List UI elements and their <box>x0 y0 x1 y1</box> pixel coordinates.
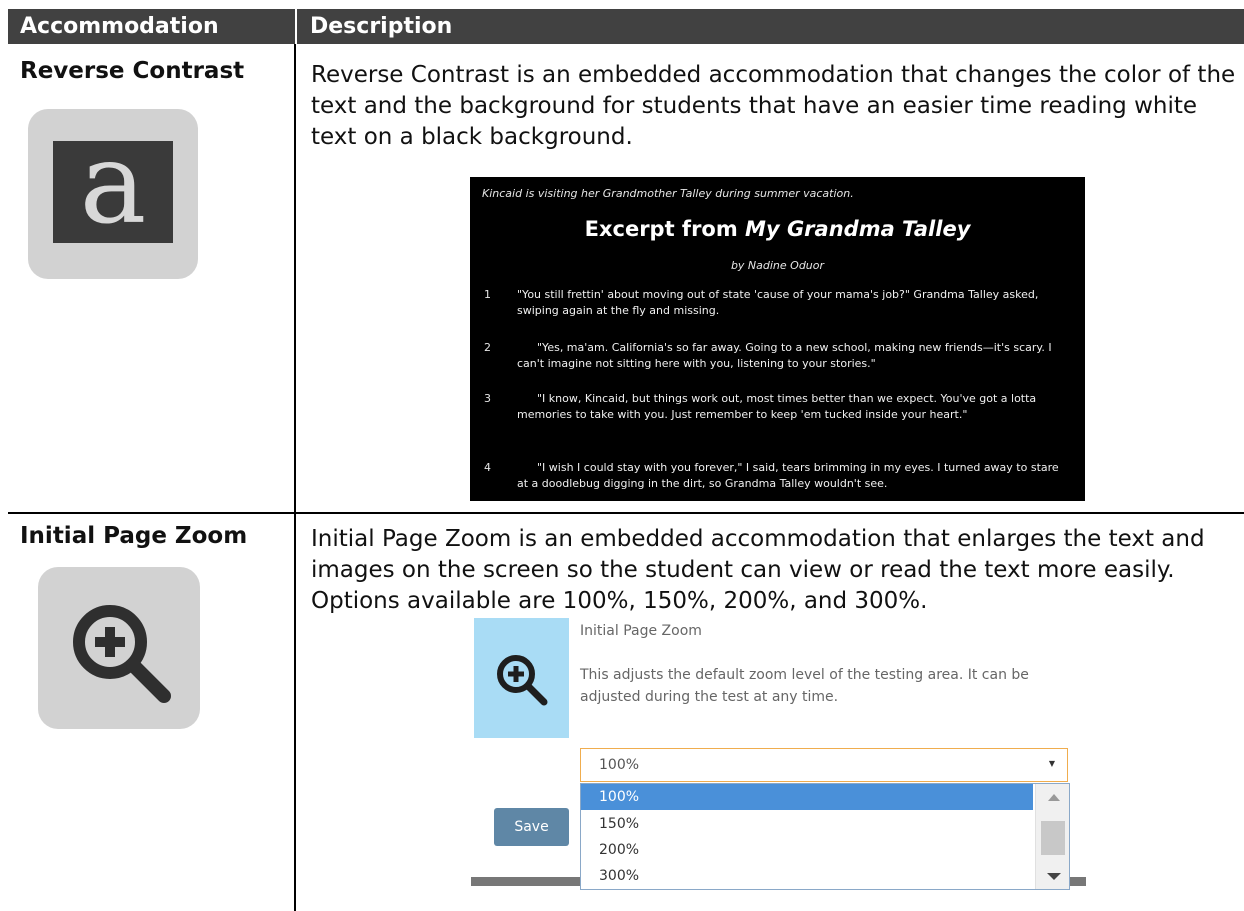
zoom-setting-tile <box>474 618 569 738</box>
zoom-select-value: 100% <box>599 757 640 773</box>
reverse-contrast-tile: a <box>28 109 198 279</box>
paragraph-number: 3 <box>484 392 491 405</box>
paragraph-number: 2 <box>484 341 491 354</box>
passage-intro: Kincaid is visiting her Grandmother Tall… <box>482 187 854 200</box>
zoom-option[interactable]: 200% <box>581 837 1033 863</box>
header-divider <box>295 9 297 44</box>
zoom-option[interactable]: 100% <box>581 784 1033 810</box>
header-description: Description <box>310 14 453 39</box>
zoom-in-icon <box>497 655 548 706</box>
zoom-option[interactable]: 300% <box>581 863 1033 889</box>
passage-title: Excerpt from My Grandma Talley <box>584 217 971 241</box>
passage-author: by Nadine Oduor <box>730 259 825 272</box>
paragraph-number: 1 <box>484 288 491 301</box>
zoom-select[interactable]: 100% ▼ <box>580 748 1068 782</box>
accommodations-table: Accommodation Description Reverse Contra… <box>0 0 1244 911</box>
save-button[interactable]: Save <box>494 808 569 846</box>
scroll-up-icon[interactable] <box>1048 794 1060 801</box>
header-accommodation: Accommodation <box>20 14 219 39</box>
paragraph: "You still frettin' about moving out of … <box>517 288 1039 317</box>
paragraph: "I wish I could stay with you forever," … <box>517 461 1059 490</box>
column-divider <box>294 44 296 911</box>
row-divider <box>8 512 1244 514</box>
zoom-in-icon <box>73 605 171 703</box>
zoom-setting-description: This adjusts the default zoom level of t… <box>580 667 1029 705</box>
paragraph-number: 4 <box>484 461 491 474</box>
zoom-tile <box>38 567 200 729</box>
table-header: Accommodation Description <box>8 9 1244 44</box>
paragraph: "I know, Kincaid, but things work out, m… <box>517 392 1037 421</box>
letter-a-icon: a <box>53 119 173 249</box>
row-title-initial-page-zoom: Initial Page Zoom <box>20 523 248 549</box>
zoom-option[interactable]: 150% <box>581 811 1033 837</box>
chevron-down-icon: ▼ <box>1048 759 1055 768</box>
row-title-reverse-contrast: Reverse Contrast <box>20 58 245 84</box>
scroll-down-icon[interactable] <box>1047 873 1061 880</box>
zoom-options-list[interactable]: 100% 150% 200% 300% <box>580 783 1070 890</box>
row-description-initial-page-zoom: Initial Page Zoom is an embedded accommo… <box>311 526 1205 614</box>
scroll-thumb[interactable] <box>1041 821 1065 855</box>
scrollbar[interactable] <box>1035 784 1069 889</box>
reverse-contrast-example: Kincaid is visiting her Grandmother Tall… <box>470 177 1085 501</box>
paragraph: "Yes, ma'am. California's so far away. G… <box>517 341 1052 370</box>
zoom-setting-title: Initial Page Zoom <box>580 623 702 639</box>
row-description-reverse-contrast: Reverse Contrast is an embedded accommod… <box>311 62 1236 150</box>
